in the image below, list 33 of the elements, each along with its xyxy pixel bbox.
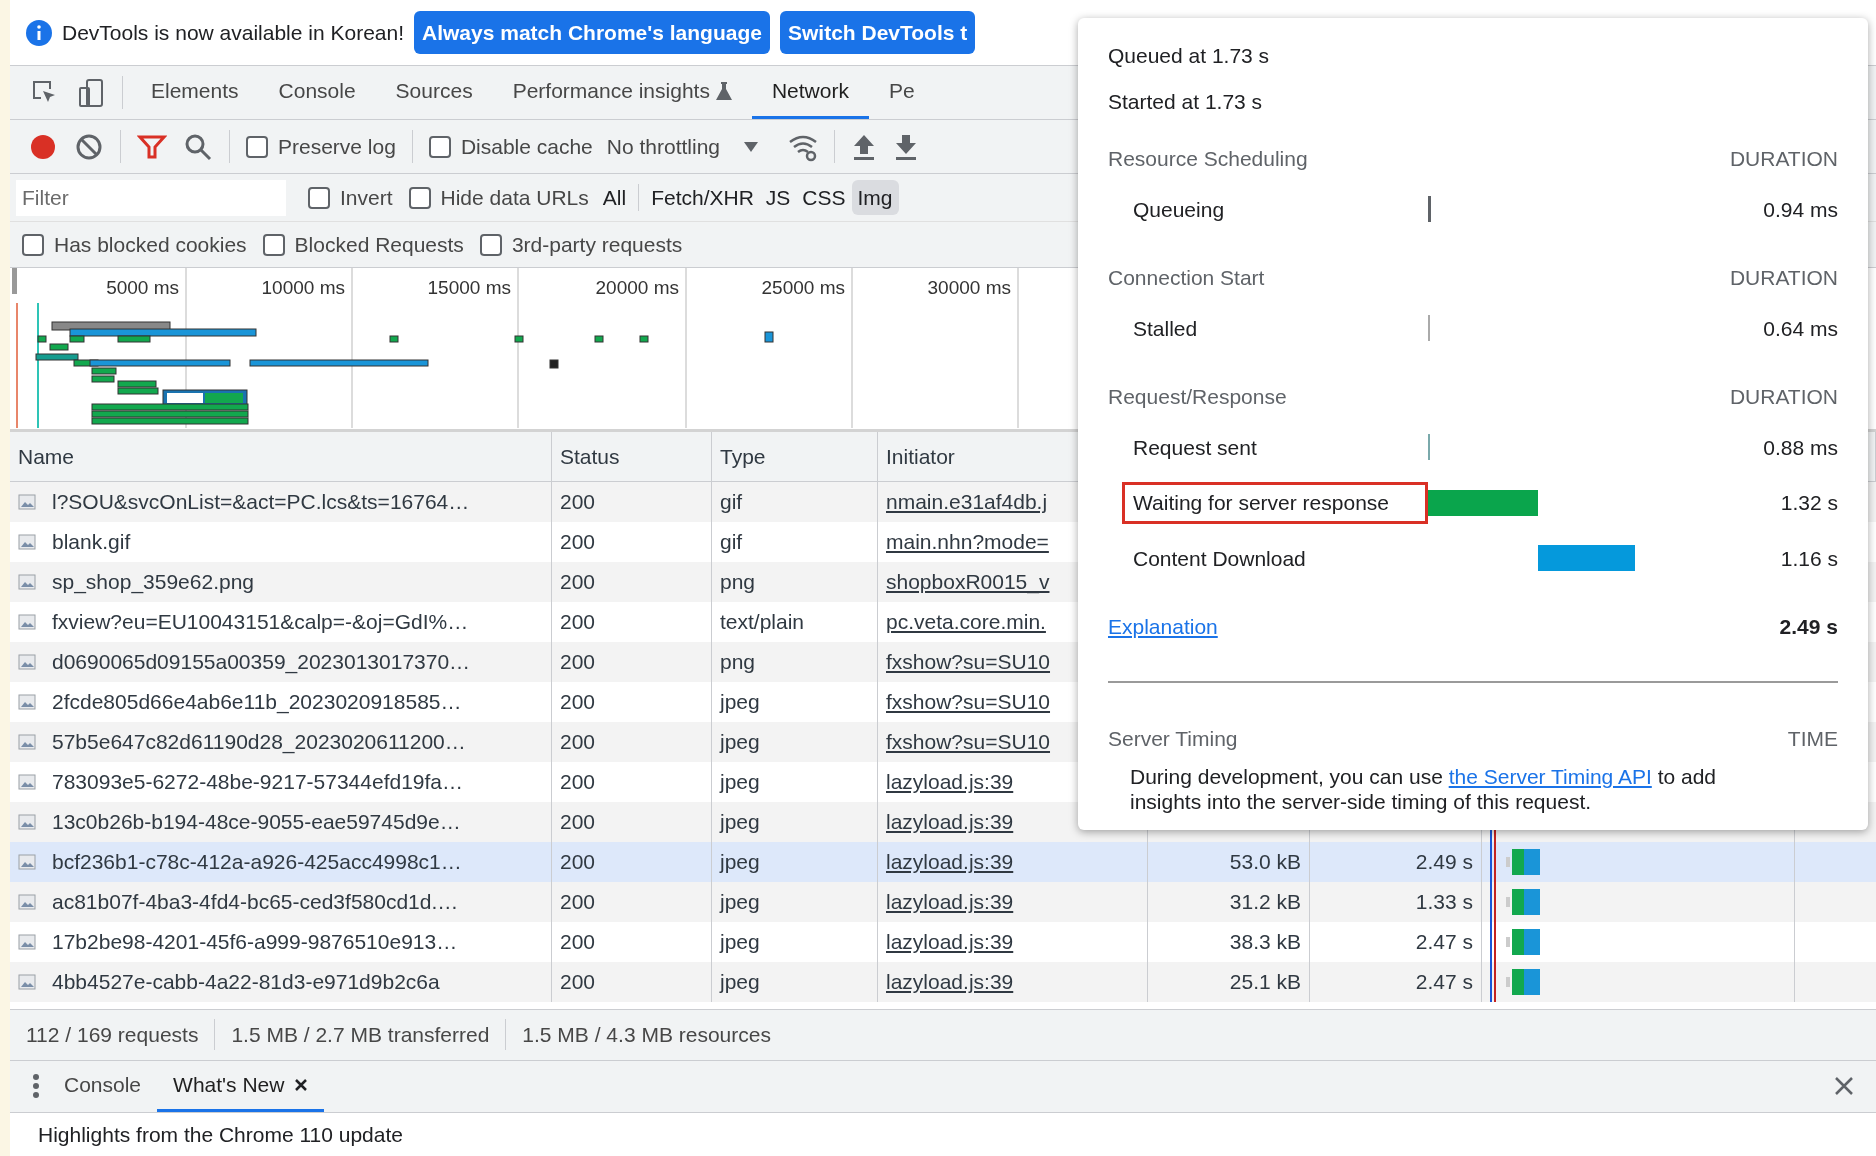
tick-label: 25000 ms bbox=[761, 277, 845, 298]
tick-label: 15000 ms bbox=[427, 277, 511, 298]
section-title: Server Timing bbox=[1108, 725, 1238, 752]
section-title: Connection Start bbox=[1108, 265, 1266, 291]
column-label: TIME bbox=[1787, 725, 1838, 752]
size-cell: 25.1 kB bbox=[1148, 962, 1310, 1002]
status-text: 1.5 MB / 4.3 MB resources bbox=[521, 1021, 772, 1048]
tick-label: 30000 ms bbox=[927, 277, 1011, 298]
started-time: Started at 1.73 s bbox=[1108, 88, 1264, 115]
column-label: DURATION bbox=[1728, 265, 1838, 291]
status-text: 1.5 MB / 2.7 MB transferred bbox=[215, 1018, 507, 1051]
time-cell: 2.47 s bbox=[1310, 962, 1482, 1002]
section-title: Request/Response bbox=[1108, 384, 1288, 410]
queued-time: Queued at 1.73 s bbox=[1108, 43, 1271, 69]
total-duration: 2.49 s bbox=[1779, 614, 1838, 640]
column-label: DURATION bbox=[1728, 146, 1838, 172]
column-label: DURATION bbox=[1728, 384, 1838, 410]
whats-new-heading: Highlights from the Chrome 110 update bbox=[37, 1121, 404, 1148]
duration-value: 0.64 ms bbox=[1762, 315, 1838, 342]
type-cell: jpeg bbox=[712, 962, 878, 1002]
duration-value: 0.94 ms bbox=[1762, 196, 1838, 223]
status-text: 112 / 169 requests bbox=[10, 1018, 216, 1051]
timing-label: Waiting for server response bbox=[1122, 482, 1428, 524]
tick-label: 5000 ms bbox=[106, 277, 179, 298]
status-cell: 200 bbox=[552, 962, 712, 1002]
tick-label: 20000 ms bbox=[595, 277, 679, 298]
duration-value: 1.32 s bbox=[1779, 490, 1838, 516]
duration-value: 0.88 ms bbox=[1762, 434, 1838, 461]
tick-label: 10000 ms bbox=[261, 277, 345, 298]
info-message: DevTools is now available in Korean! bbox=[62, 19, 405, 46]
section-title: Resource Scheduling bbox=[1108, 146, 1309, 172]
timing-label: Queueing bbox=[1132, 196, 1226, 223]
timing-label: Stalled bbox=[1132, 315, 1199, 342]
